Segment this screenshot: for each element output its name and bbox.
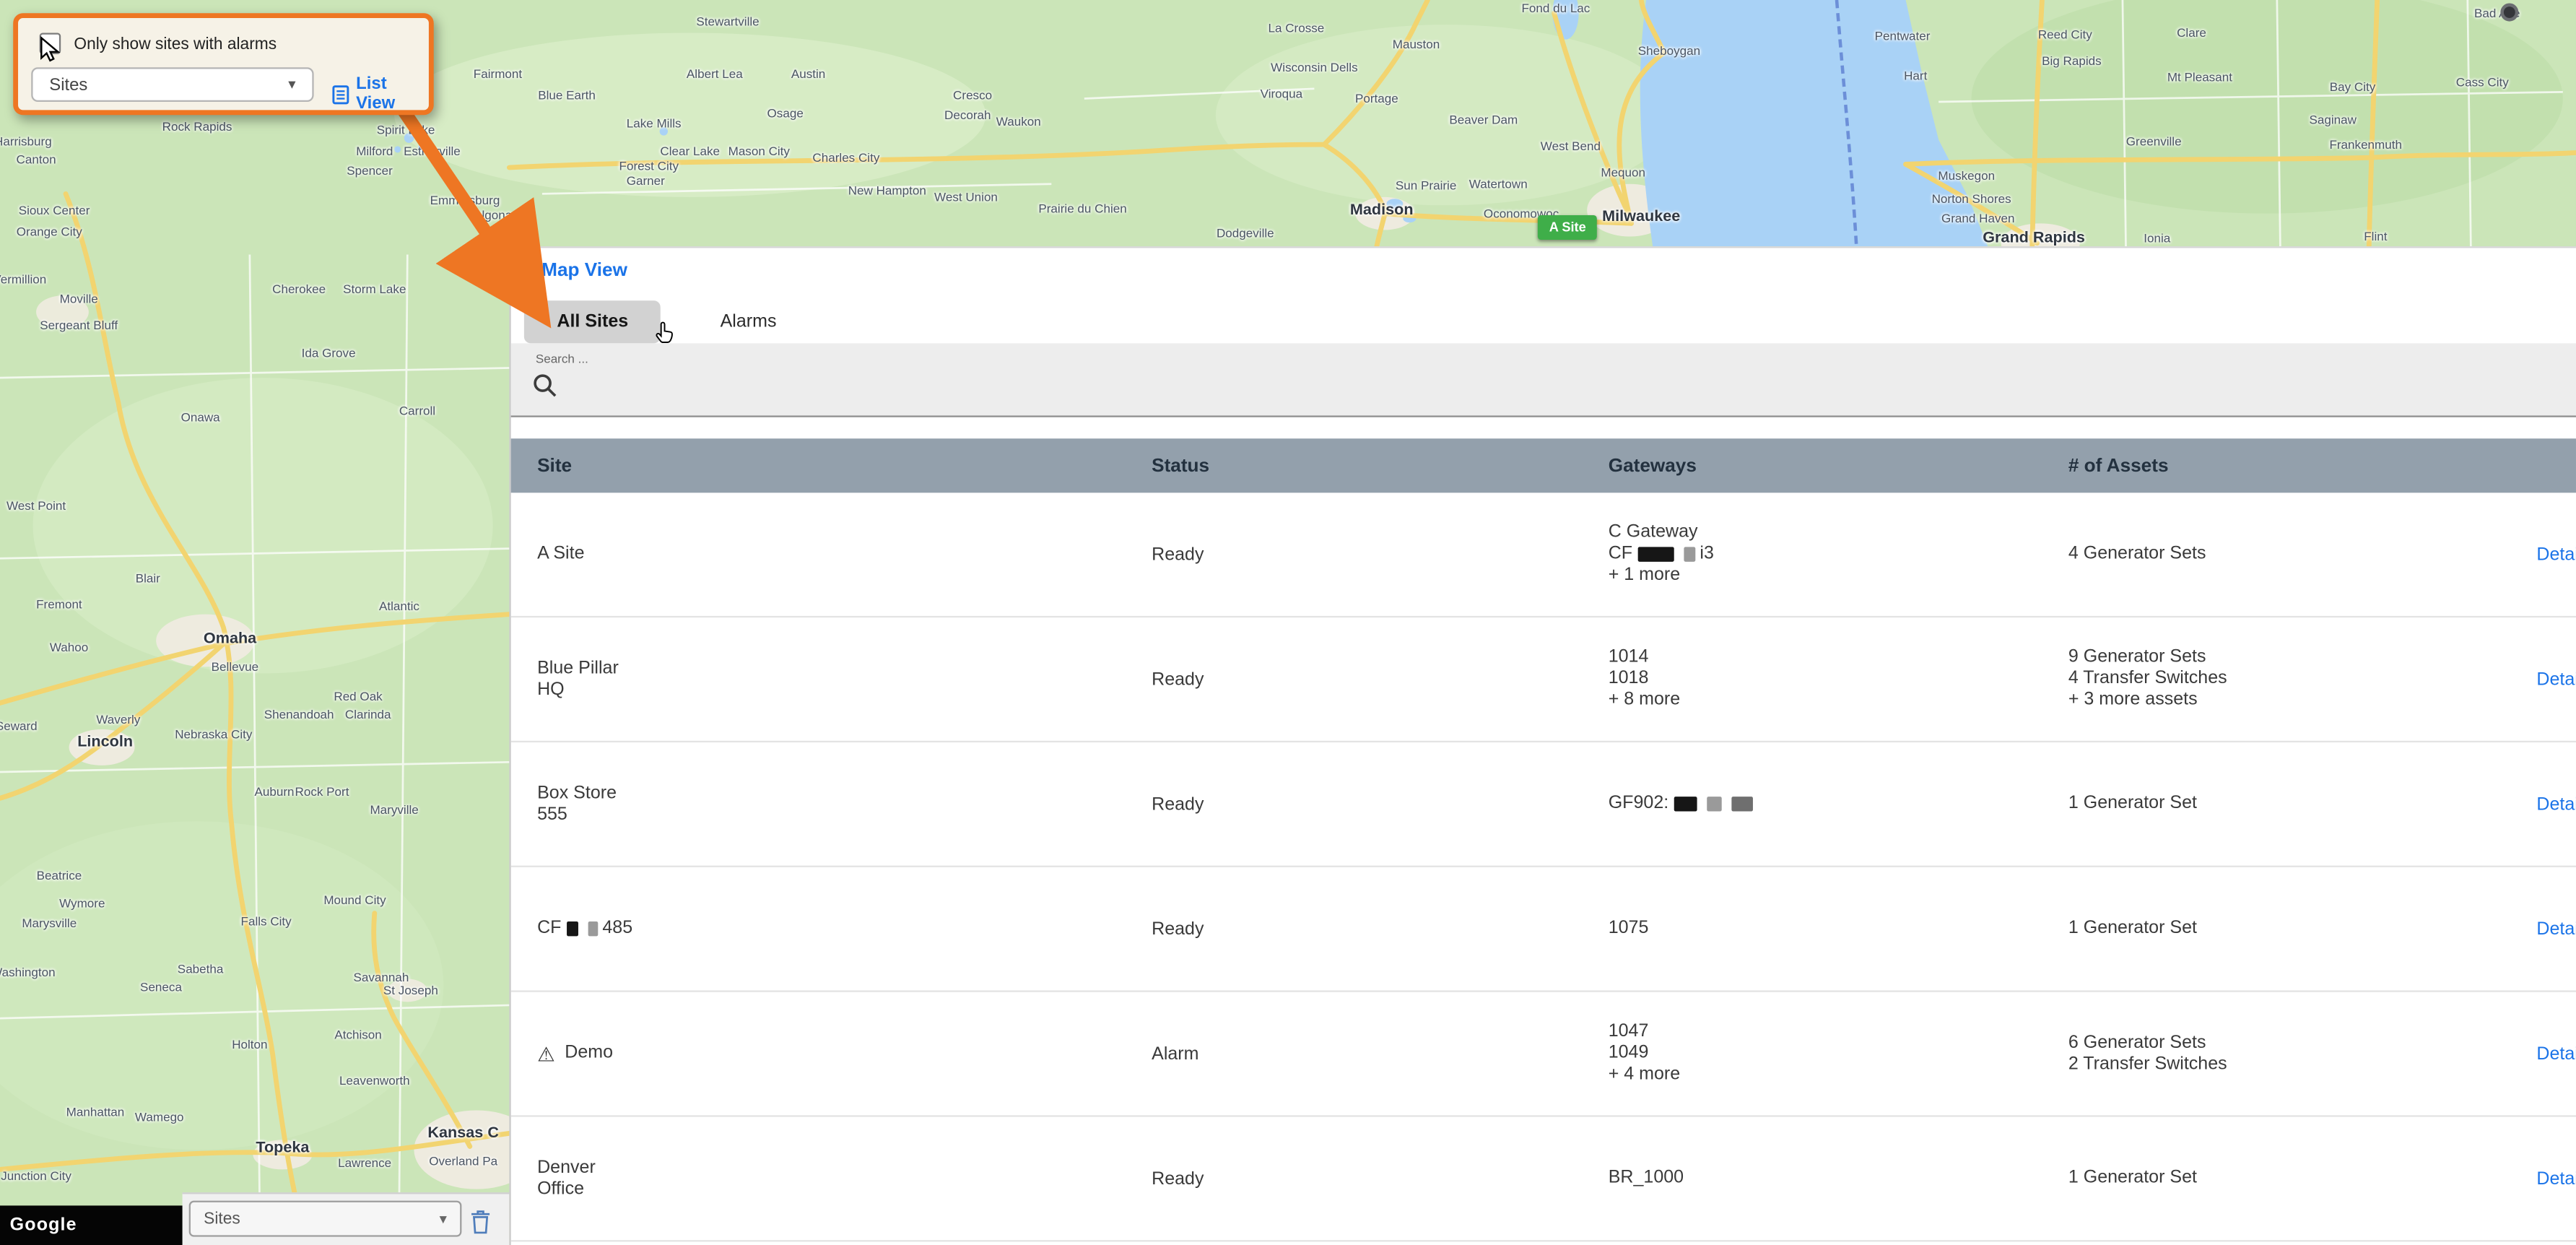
sites-dropdown-value: Sites	[49, 74, 87, 94]
details-link[interactable]: Details	[2536, 1044, 2576, 1063]
cell-text: Blue Pillar	[537, 658, 619, 677]
tab-all-sites[interactable]: All Sites	[524, 300, 661, 343]
cell-text: 6 Generator Sets	[2068, 1032, 2206, 1051]
cell-text: 485	[602, 918, 632, 937]
status-value: Alarm	[1152, 1044, 1609, 1063]
cell-text: Demo	[565, 1043, 613, 1062]
cell-text: + 1 more	[1609, 565, 1680, 584]
map-view-label: Map View	[541, 261, 627, 281]
cell-text: i3	[1700, 544, 1713, 563]
cell-text: 555	[537, 804, 567, 823]
details-link[interactable]: Details	[2536, 1168, 2576, 1188]
sites-dropdown-small-value: Sites	[204, 1210, 240, 1228]
alarm-warning-icon: ⚠	[537, 1042, 554, 1065]
cell-text: + 3 more assets	[2068, 690, 2198, 709]
cell-text: 2 Transfer Switches	[2068, 1054, 2227, 1073]
list-view-button[interactable]: List View	[332, 74, 429, 113]
table-row: A Site ReadyC Gateway CF i3 + 1 more 4 Genera…	[511, 493, 2576, 617]
details-link[interactable]: Details	[2536, 545, 2576, 564]
cell-text: + 8 more	[1609, 690, 1680, 709]
screenshot-stage: StewartvilleFairmontBlue EarthAlbert Lea…	[0, 0, 2576, 1245]
sites-dropdown-small[interactable]: Sites ▾	[189, 1201, 462, 1237]
map-view-link[interactable]: ‹ Map View	[511, 248, 2576, 294]
table-row: CF 485 Ready1075 1 Generator Set Details	[511, 867, 2576, 992]
cell-text: A Site	[537, 544, 584, 563]
redacted-text	[1684, 546, 1695, 560]
cell-text: + 4 more	[1609, 1064, 1680, 1084]
cell-text: 1 Generator Set	[2068, 794, 2197, 813]
details-link[interactable]: Details	[2536, 919, 2576, 939]
cell-text: 9 Generator Sets	[2068, 647, 2206, 667]
cell-text: HQ	[537, 679, 565, 698]
column-header-site: Site	[537, 456, 1152, 475]
cell-text: Office	[537, 1179, 584, 1198]
chevron-down-icon: ▾	[440, 1210, 447, 1228]
cell-text: 1 Generator Set	[2068, 918, 2197, 937]
table-header: SiteStatusGateways# of Assets	[511, 438, 2576, 493]
cell-text: 1014	[1609, 647, 1649, 667]
list-view-label: List View	[356, 74, 429, 113]
map-site-marker[interactable]: A Site	[1538, 215, 1598, 240]
cell-text: 1075	[1609, 918, 1649, 937]
table-body: A SiteReadyC GatewayCFi3+ 1 more4 Genera…	[511, 493, 2576, 1241]
cell-text: 1 Generator Set	[2068, 1168, 2197, 1187]
delete-filter-button[interactable]	[470, 1209, 492, 1244]
tabs: All Sites Alarms	[511, 294, 2576, 343]
cell-text: GF902:	[1609, 794, 1668, 813]
bottom-black-bar: Google	[0, 1205, 183, 1245]
alarms-only-checkbox[interactable]	[40, 32, 61, 54]
sites-list-panel: ‹ Map View All Sites Alarms Search ... Si…	[509, 246, 2576, 1245]
cell-text: 1018	[1609, 669, 1649, 688]
alarms-only-label: Only show sites with alarms	[74, 36, 277, 54]
search-placeholder: Search ...	[536, 352, 588, 366]
cell-text: Denver	[537, 1157, 596, 1176]
cell-text: BR_1000	[1609, 1168, 1684, 1187]
redacted-text	[566, 921, 578, 935]
details-link[interactable]: Details	[2536, 669, 2576, 689]
sites-dropdown[interactable]: Sites ▾	[31, 67, 313, 102]
cell-text: CF	[537, 918, 561, 937]
column-header--of-assets: # of Assets	[2068, 456, 2537, 475]
column-header-status: Status	[1152, 456, 1609, 475]
list-view-icon	[332, 83, 349, 105]
details-link[interactable]: Details	[2536, 794, 2576, 814]
chevron-down-icon: ▾	[288, 76, 295, 94]
annotation-callout-box: Only show sites with alarms Sites ▾ List…	[13, 13, 434, 115]
table-row: Denver Office ReadyBR_1000 1 Generator Set D…	[511, 1117, 2576, 1242]
google-logo: Google	[10, 1215, 77, 1235]
cell-text: Box Store	[537, 783, 617, 802]
search-input[interactable]: Search ...	[511, 343, 2576, 417]
back-arrow-icon: ‹	[527, 259, 535, 282]
redacted-text	[1674, 796, 1697, 810]
cell-text: 1049	[1609, 1043, 1649, 1062]
redacted-text	[1637, 546, 1674, 560]
redacted-text	[588, 921, 598, 935]
cell-text: C Gateway	[1609, 522, 1698, 542]
table-row: Box Store 555 ReadyGF902: 1 Generator Set De…	[511, 742, 2576, 867]
tab-alarms[interactable]: Alarms	[687, 300, 809, 343]
status-value: Ready	[1152, 794, 1609, 814]
status-value: Ready	[1152, 919, 1609, 939]
map-cursor-icon	[2500, 4, 2518, 22]
trash-icon	[470, 1209, 492, 1235]
status-value: Ready	[1152, 669, 1609, 689]
redacted-text	[1731, 796, 1753, 810]
cell-text: 1047	[1609, 1022, 1649, 1041]
status-value: Ready	[1152, 545, 1609, 564]
status-value: Ready	[1152, 1168, 1609, 1188]
redacted-text	[1707, 796, 1721, 810]
cell-text: 4 Transfer Switches	[2068, 669, 2227, 688]
table-row: Blue Pillar HQ Ready1014 1018 + 8 more 9 Gene…	[511, 617, 2576, 742]
cell-text: 4 Generator Sets	[2068, 544, 2206, 563]
search-icon	[532, 373, 557, 397]
cell-text: CF	[1609, 544, 1632, 563]
column-header-gateways: Gateways	[1609, 456, 2068, 475]
table-row: ⚠ Demo Alarm1047 1049 + 4 more 6 Generator Se…	[511, 992, 2576, 1117]
